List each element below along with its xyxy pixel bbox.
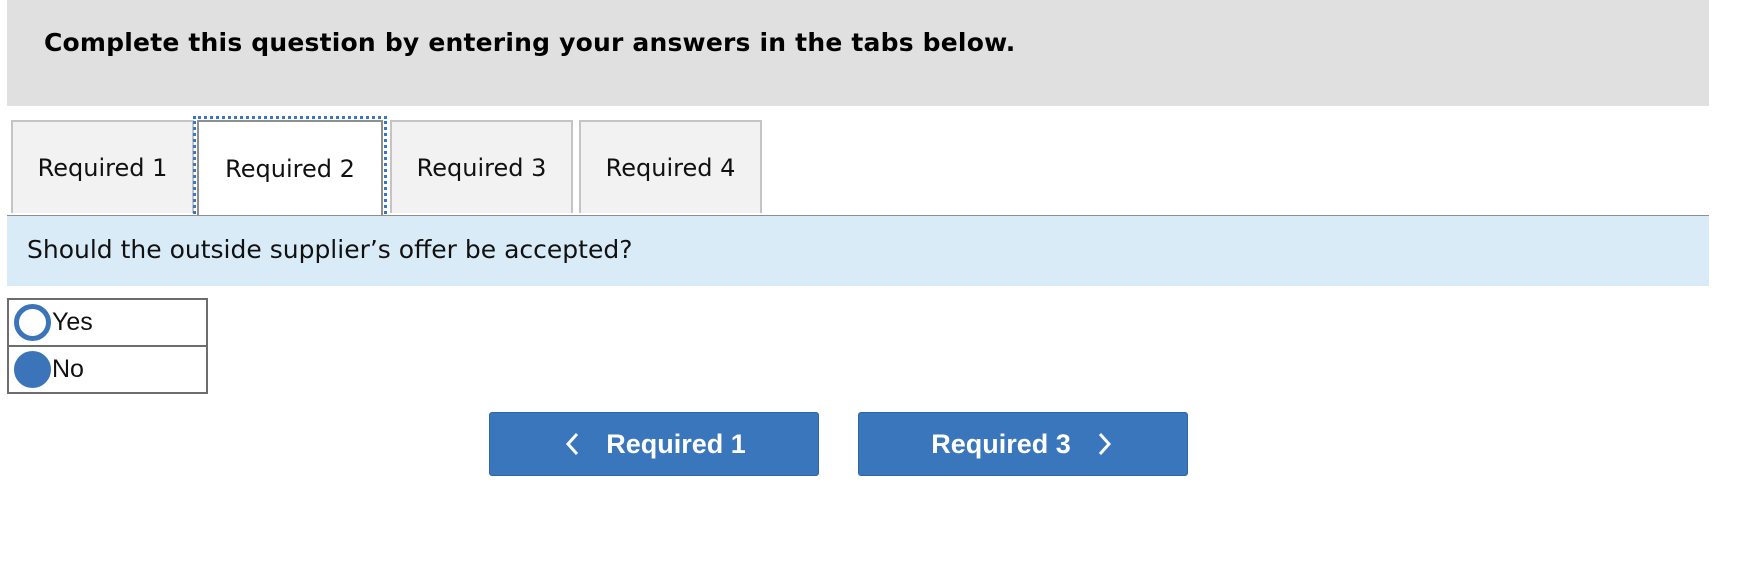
- question-panel: Should the outside supplier’s offer be a…: [7, 216, 1709, 286]
- tab-required-4[interactable]: Required 4: [579, 120, 762, 213]
- prev-button-label: Required 1: [606, 428, 746, 459]
- chevron-right-icon: [1093, 429, 1115, 459]
- instruction-text: Complete this question by entering your …: [44, 28, 1016, 57]
- tab-required-3[interactable]: Required 3: [390, 120, 573, 213]
- question-text: Should the outside supplier’s offer be a…: [27, 235, 633, 264]
- prev-required-1-button[interactable]: Required 1: [489, 412, 819, 476]
- radio-unchecked-icon[interactable]: [14, 304, 51, 341]
- instruction-banner: Complete this question by entering your …: [7, 0, 1709, 106]
- tab-required-2[interactable]: Required 2: [193, 116, 387, 219]
- option-no[interactable]: No: [9, 345, 206, 392]
- next-button-label: Required 3: [931, 428, 1071, 459]
- tab-required-1[interactable]: Required 1: [11, 120, 194, 213]
- tab-bar: Required 1 Required 2 Required 3 Require…: [7, 116, 1709, 219]
- option-label: Yes: [52, 308, 93, 336]
- radio-checked-icon[interactable]: [14, 351, 51, 388]
- option-yes[interactable]: Yes: [9, 300, 206, 345]
- chevron-left-icon: [562, 429, 584, 459]
- answer-radio-group: Yes No: [7, 298, 208, 394]
- option-label: No: [52, 355, 84, 383]
- next-required-3-button[interactable]: Required 3: [858, 412, 1188, 476]
